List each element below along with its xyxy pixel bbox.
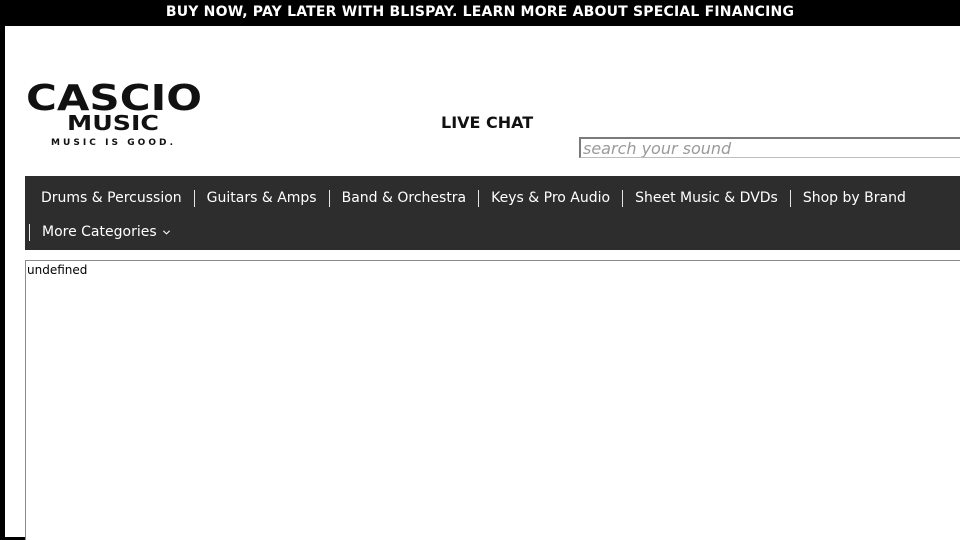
nav-row: Drums & Percussion Guitars & Amps Band &… [25, 181, 918, 215]
logo-tagline: MUSIC IS GOOD. [51, 138, 173, 148]
chevron-down-icon [162, 229, 170, 235]
nav-row: More Categories [25, 215, 183, 249]
content-iframe: undefined [25, 260, 960, 540]
nav-item-drums-percussion[interactable]: Drums & Percussion [25, 189, 194, 207]
logo-text-music: MUSIC [67, 111, 159, 135]
page: CASCIO MUSIC MUSIC IS GOOD. LIVE CHAT Dr… [5, 26, 960, 540]
category-nav: Drums & Percussion Guitars & Amps Band &… [25, 176, 960, 250]
search-input[interactable] [579, 137, 960, 158]
promo-banner-link[interactable]: BUY NOW, PAY LATER WITH BLISPAY. LEARN M… [0, 0, 960, 26]
live-chat-link[interactable]: LIVE CHAT [441, 113, 533, 132]
nav-item-sheet-music-dvds[interactable]: Sheet Music & DVDs [623, 189, 790, 207]
nav-item-shop-by-brand[interactable]: Shop by Brand [791, 189, 918, 207]
nav-item-keys-pro-audio[interactable]: Keys & Pro Audio [479, 189, 622, 207]
nav-item-label: More Categories [42, 224, 157, 240]
nav-item-band-orchestra[interactable]: Band & Orchestra [330, 189, 479, 207]
cascio-music-logo[interactable]: CASCIO MUSIC MUSIC IS GOOD. [24, 78, 204, 148]
nav-item-more-categories[interactable]: More Categories [30, 223, 183, 241]
nav-item-guitars-amps[interactable]: Guitars & Amps [195, 189, 329, 207]
iframe-content-text: undefined [27, 263, 88, 277]
